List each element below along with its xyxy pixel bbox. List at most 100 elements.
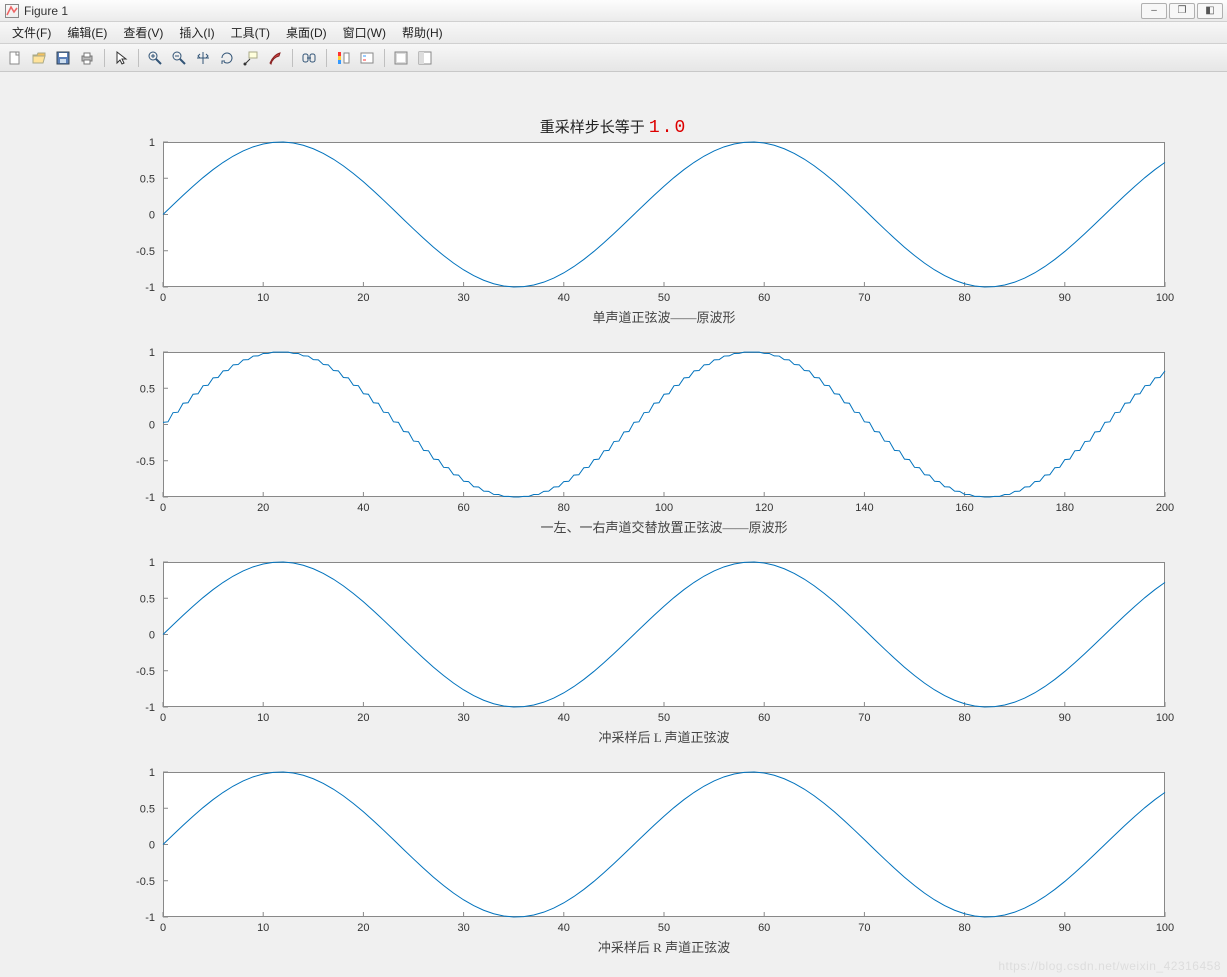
axes-2: 020406080100120140160180200-1-0.500.51 — [163, 352, 1165, 497]
pointer-icon[interactable] — [110, 47, 132, 69]
svg-text:90: 90 — [1059, 922, 1071, 934]
menu-edit[interactable]: 编辑(E) — [59, 22, 115, 43]
svg-text:50: 50 — [658, 712, 670, 724]
svg-text:200: 200 — [1156, 502, 1174, 514]
restore-button[interactable]: ◧ — [1197, 3, 1223, 19]
svg-text:80: 80 — [558, 502, 570, 514]
toolbar-separator — [134, 47, 142, 69]
svg-text:0.5: 0.5 — [140, 173, 155, 185]
svg-text:160: 160 — [955, 502, 973, 514]
svg-text:40: 40 — [558, 292, 570, 304]
svg-text:-0.5: -0.5 — [136, 246, 155, 258]
svg-text:0: 0 — [149, 420, 155, 432]
titlebar: Figure 1 – ❐ ◧ — [0, 0, 1227, 22]
toolbar-separator — [380, 47, 388, 69]
svg-text:70: 70 — [858, 712, 870, 724]
svg-text:-1: -1 — [145, 702, 155, 714]
svg-text:-0.5: -0.5 — [136, 666, 155, 678]
print-icon[interactable] — [76, 47, 98, 69]
svg-text:40: 40 — [558, 712, 570, 724]
toolbar-separator — [322, 47, 330, 69]
svg-text:120: 120 — [755, 502, 773, 514]
svg-text:10: 10 — [257, 712, 269, 724]
menu-tools[interactable]: 工具(T) — [223, 22, 278, 43]
minimize-button[interactable]: – — [1141, 3, 1167, 19]
svg-text:50: 50 — [658, 292, 670, 304]
svg-text:0: 0 — [160, 712, 166, 724]
svg-text:-0.5: -0.5 — [136, 456, 155, 468]
svg-text:140: 140 — [855, 502, 873, 514]
menu-insert[interactable]: 插入(I) — [171, 22, 222, 43]
svg-text:80: 80 — [958, 712, 970, 724]
svg-text:20: 20 — [257, 502, 269, 514]
svg-text:30: 30 — [457, 292, 469, 304]
svg-text:-1: -1 — [145, 282, 155, 294]
axes-4: 0102030405060708090100-1-0.500.51 — [163, 772, 1165, 917]
zoom-out-icon[interactable] — [168, 47, 190, 69]
menu-desktop[interactable]: 桌面(D) — [278, 22, 335, 43]
series-2 — [163, 352, 1165, 497]
menubar: 文件(F) 编辑(E) 查看(V) 插入(I) 工具(T) 桌面(D) 窗口(W… — [0, 22, 1227, 44]
axes-3: 0102030405060708090100-1-0.500.51 — [163, 562, 1165, 707]
svg-text:0: 0 — [160, 502, 166, 514]
subplot-title-1: 单声道正弦波——原波形 — [163, 307, 1165, 326]
svg-text:40: 40 — [357, 502, 369, 514]
svg-text:0: 0 — [149, 630, 155, 642]
hide-plot-icon[interactable] — [390, 47, 412, 69]
svg-text:100: 100 — [655, 502, 673, 514]
svg-text:90: 90 — [1059, 712, 1071, 724]
svg-text:10: 10 — [257, 292, 269, 304]
svg-text:0: 0 — [160, 292, 166, 304]
svg-text:10: 10 — [257, 922, 269, 934]
svg-text:1: 1 — [149, 347, 155, 359]
svg-text:0.5: 0.5 — [140, 593, 155, 605]
svg-text:-0.5: -0.5 — [136, 876, 155, 888]
rotate-icon[interactable] — [216, 47, 238, 69]
subplot-title-2: 一左、一右声道交替放置正弦波——原波形 — [163, 517, 1165, 536]
svg-text:0: 0 — [160, 922, 166, 934]
colorbar-icon[interactable] — [332, 47, 354, 69]
figure-title: 重采样步长等于 1.0 — [0, 116, 1227, 138]
svg-text:20: 20 — [357, 712, 369, 724]
show-plot-icon[interactable] — [414, 47, 436, 69]
maximize-button[interactable]: ❐ — [1169, 3, 1195, 19]
pan-icon[interactable] — [192, 47, 214, 69]
svg-text:0: 0 — [149, 840, 155, 852]
menu-view[interactable]: 查看(V) — [115, 22, 171, 43]
svg-text:-1: -1 — [145, 492, 155, 504]
svg-text:100: 100 — [1156, 292, 1174, 304]
link-icon[interactable] — [298, 47, 320, 69]
svg-text:100: 100 — [1156, 712, 1174, 724]
svg-text:20: 20 — [357, 292, 369, 304]
menu-file[interactable]: 文件(F) — [4, 22, 59, 43]
figure-title-value: 1.0 — [649, 118, 687, 138]
svg-text:50: 50 — [658, 922, 670, 934]
svg-text:100: 100 — [1156, 922, 1174, 934]
legend-icon[interactable] — [356, 47, 378, 69]
toolbar-separator — [100, 47, 108, 69]
svg-text:60: 60 — [758, 712, 770, 724]
series-4 — [163, 772, 1165, 917]
save-icon[interactable] — [52, 47, 74, 69]
svg-text:70: 70 — [858, 922, 870, 934]
open-icon[interactable] — [28, 47, 50, 69]
svg-text:80: 80 — [958, 292, 970, 304]
subplot-title-3: 冲采样后 L 声道正弦波 — [163, 727, 1165, 746]
window-title: Figure 1 — [24, 4, 68, 18]
zoom-in-icon[interactable] — [144, 47, 166, 69]
svg-text:1: 1 — [149, 137, 155, 149]
svg-text:90: 90 — [1059, 292, 1071, 304]
svg-text:-1: -1 — [145, 912, 155, 924]
brush-icon[interactable] — [264, 47, 286, 69]
figure-area: 重采样步长等于 1.0 https://blog.csdn.net/weixin… — [0, 72, 1227, 977]
svg-text:20: 20 — [357, 922, 369, 934]
svg-text:0.5: 0.5 — [140, 803, 155, 815]
svg-text:180: 180 — [1056, 502, 1074, 514]
svg-text:60: 60 — [758, 292, 770, 304]
axes-1: 0102030405060708090100-1-0.500.51 — [163, 142, 1165, 287]
menu-window[interactable]: 窗口(W) — [335, 22, 394, 43]
datacursor-icon[interactable] — [240, 47, 262, 69]
menu-help[interactable]: 帮助(H) — [394, 22, 451, 43]
series-1 — [163, 142, 1165, 287]
new-file-icon[interactable] — [4, 47, 26, 69]
